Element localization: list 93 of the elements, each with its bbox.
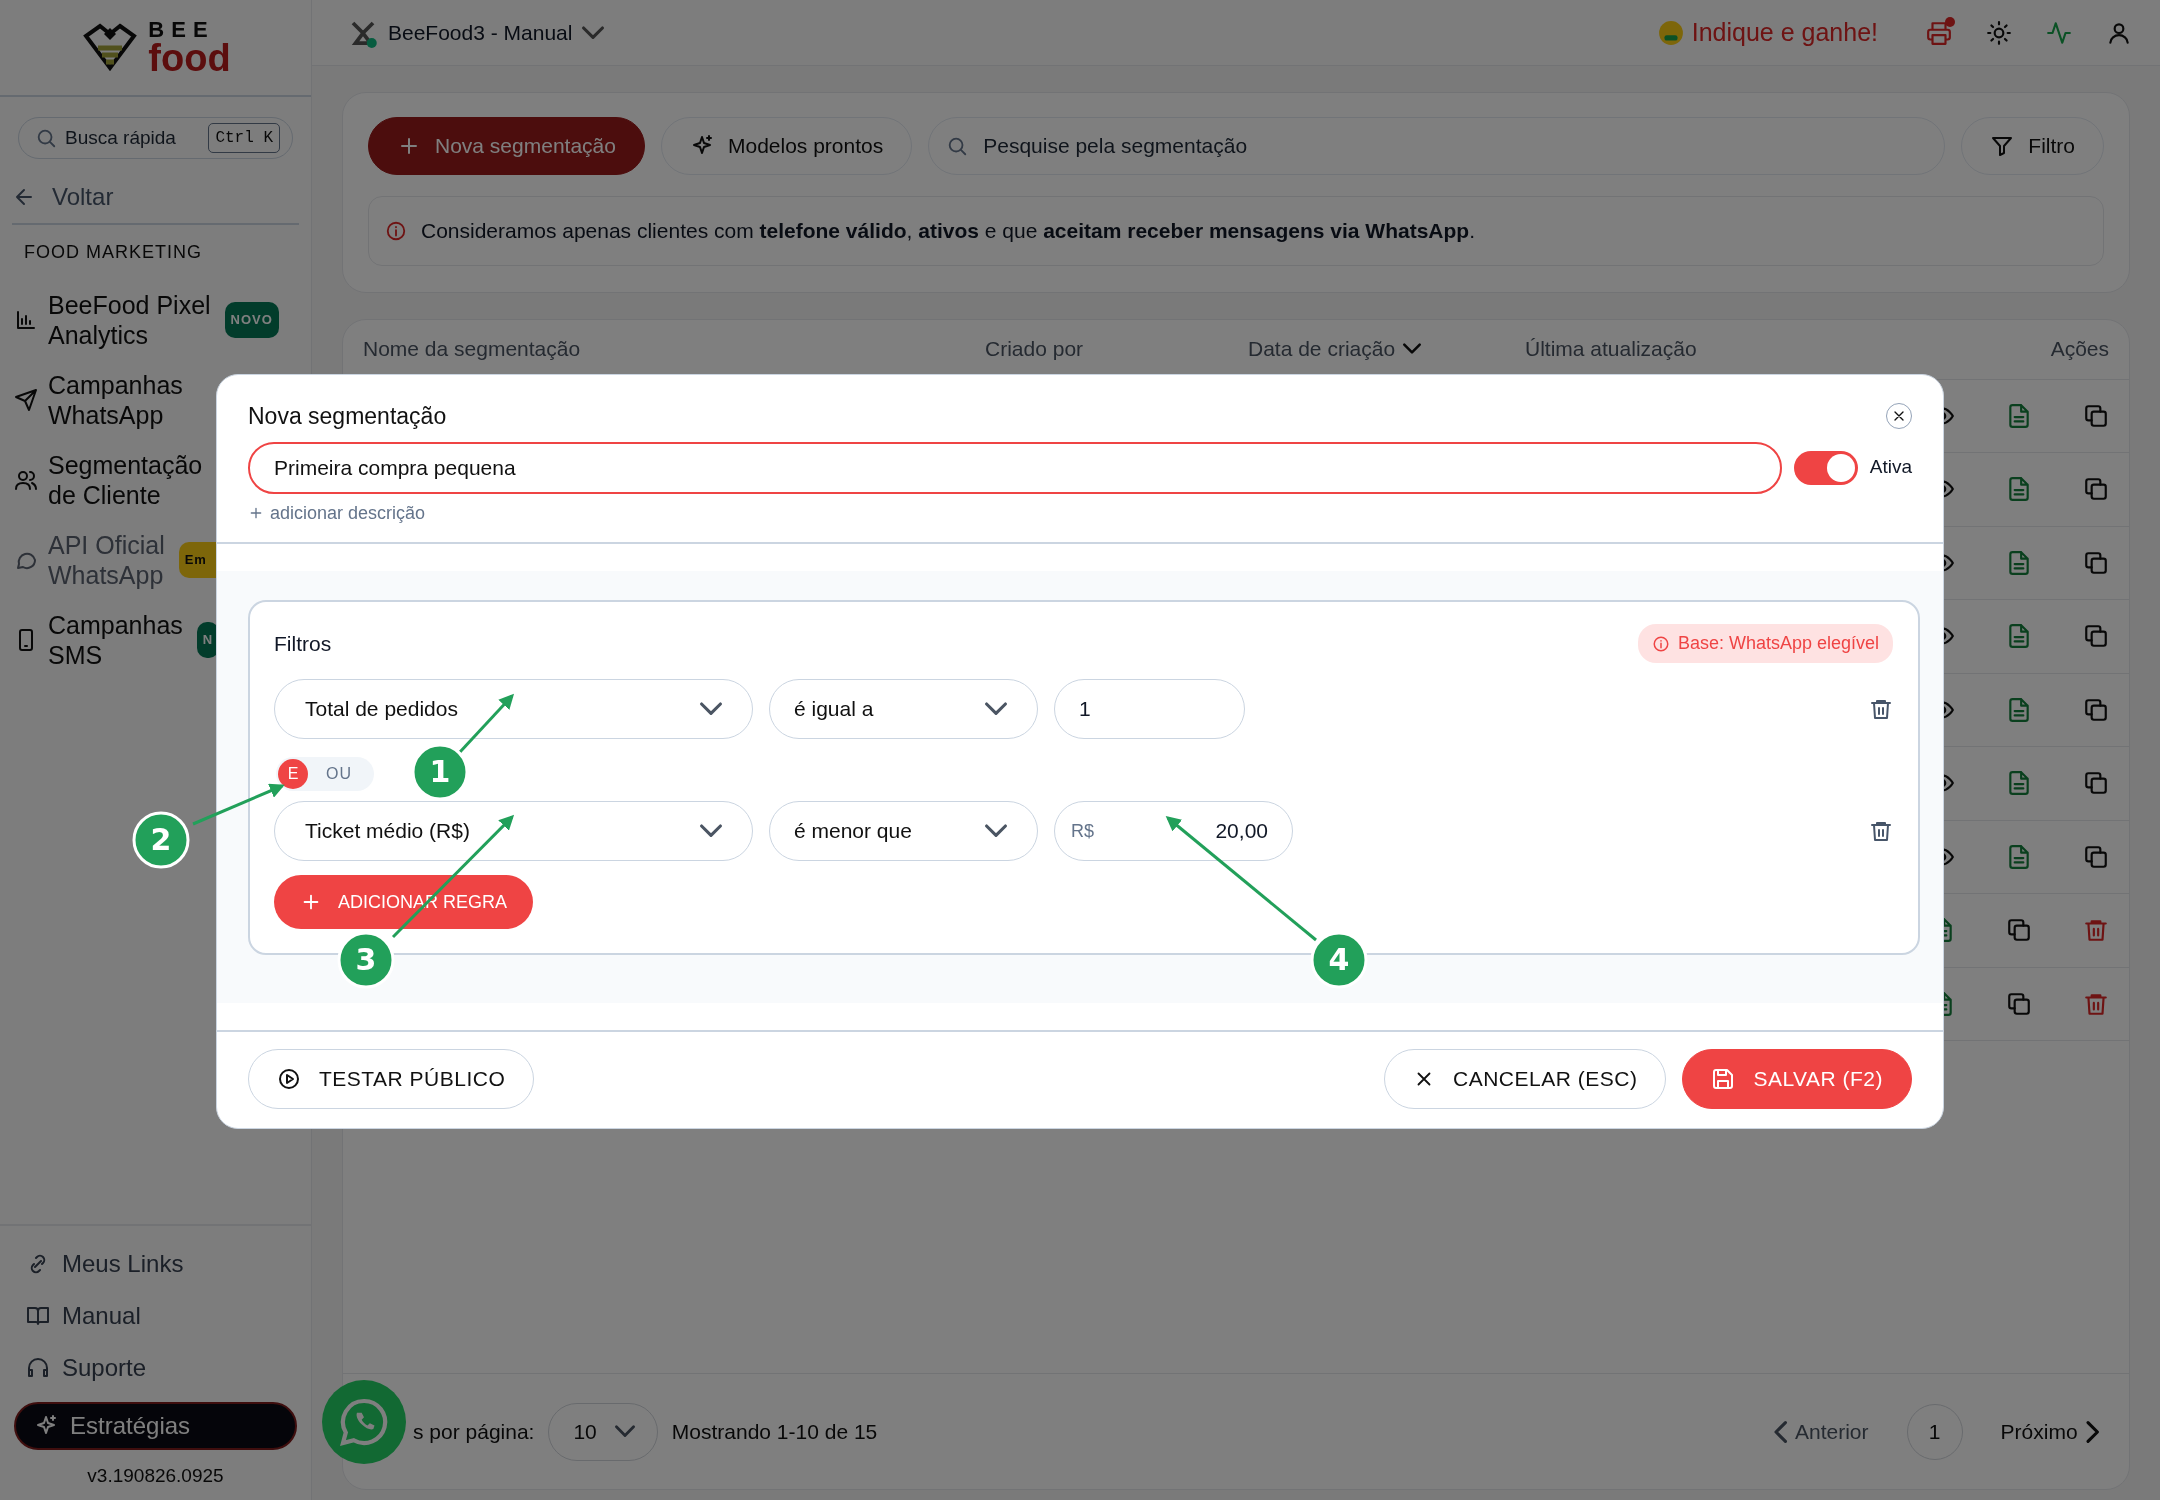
status-tag: NOVO [224,302,279,338]
filters-title: Filtros [274,630,332,657]
referral-link[interactable]: Indique e ganhe! [1657,13,1878,52]
play-icon [277,1067,301,1091]
shortcut-key: Ctrl K [208,123,280,153]
emoji-icon [1657,19,1684,46]
copy-icon[interactable] [2083,549,2109,576]
logo-text: food [148,41,231,76]
spreadsheet-icon[interactable] [2006,549,2032,576]
new-segment-button[interactable]: Nova segmentação [368,117,645,175]
filter-icon [1990,134,2015,158]
results-summary: Mostrando 1-10 de 15 [671,1418,878,1445]
step-number-badge: 2 [132,811,190,869]
step-number-badge: 3 [337,931,395,989]
active-toggle[interactable] [1793,450,1858,485]
column-header: Última atualização [1525,336,1697,363]
info-icon [1651,634,1670,653]
bar-chart-icon [14,308,38,332]
chevron-down-icon [700,702,722,716]
notice-text: Consideramos apenas clientes com telefone válido, ativos e que aceitam receber mensagens via WhatsApp. [421,218,1475,244]
field-select[interactable]: Total de pedidos [274,679,753,739]
column-header: Criado por [985,336,1085,363]
chevron-down-icon [985,702,1007,716]
store-selector[interactable]: BeeFood3 - Manual [348,16,605,49]
operator-select[interactable]: é menor que [769,801,1038,861]
save-button[interactable]: SALVAR (F2) [1682,1049,1912,1109]
base-info-tag: Base: WhatsApp elegível [1637,624,1893,663]
filter-button[interactable]: Filtro [1961,117,2104,175]
chevron-down-icon [700,824,722,838]
column-header[interactable]: Data de criação [1248,333,1525,365]
search-icon [946,135,969,157]
plus-icon [248,505,264,521]
users-icon [14,468,38,492]
spreadsheet-icon[interactable] [2006,843,2032,870]
cancel-button[interactable]: CANCELAR (ESC) [1384,1049,1667,1109]
copy-icon[interactable] [2083,843,2109,870]
callout-arrow [458,693,515,754]
search-icon [35,127,57,149]
spreadsheet-icon[interactable] [2006,476,2032,503]
close-button[interactable] [1886,403,1912,430]
next-link[interactable]: Próximo [2000,1415,2099,1448]
chevron-left-icon [1773,1420,1787,1443]
copy-icon[interactable] [2083,476,2109,503]
printer-icon [1926,19,1952,46]
logo-text: BEE [148,19,216,42]
chevron-down-icon [614,1425,635,1438]
spreadsheet-icon[interactable] [2006,696,2032,723]
copy-icon[interactable] [2006,990,2032,1017]
step-number-badge: 1 [411,743,469,801]
section-heading: FOOD MARKETING [24,241,203,264]
chevron-down-icon [985,824,1007,838]
test-audience-button[interactable]: TESTAR PÚBLICO [248,1049,535,1109]
chevron-right-icon [2085,1420,2099,1443]
trash-icon [1869,697,1893,722]
add-description-link[interactable]: adicionar descrição [248,499,426,527]
trash-icon[interactable] [2083,917,2109,944]
copy-icon[interactable] [2006,917,2032,944]
copy-icon[interactable] [2083,770,2109,797]
column-header: Nome da segmentação [363,336,582,363]
save-icon [1711,1067,1736,1091]
sidebar-item[interactable]: BeeFood Pixel Analytics NOVO [0,280,311,360]
column-header: Ações [2050,336,2109,363]
trash-icon [1869,819,1893,844]
sun-icon[interactable] [1986,19,2012,46]
spreadsheet-icon[interactable] [2006,770,2032,797]
sidebar-link[interactable]: Suporte [14,1341,297,1394]
printer-button[interactable] [1926,19,1952,46]
sidebar-link[interactable]: Manual [14,1289,297,1342]
sidebar-link[interactable]: Meus Links [14,1237,297,1290]
step-number-badge: 4 [1310,931,1368,989]
copy-icon[interactable] [2083,623,2109,650]
headset-icon [26,1355,50,1380]
field-select[interactable]: Ticket médio (R$) [274,801,753,861]
modal-title: Nova segmentação [248,402,447,431]
strategies-button[interactable]: Estratégias [14,1401,297,1450]
per-page-label: s por página: [413,1418,535,1445]
spreadsheet-icon[interactable] [2006,623,2032,650]
search-field[interactable]: Pesquise pela segmentação [928,117,1946,175]
copy-icon[interactable] [2083,402,2109,429]
activity-icon[interactable] [2046,19,2072,46]
chevron-down-icon [582,25,605,40]
templates-button[interactable]: Modelos prontos [660,117,913,175]
version-text: v3.190826.0925 [86,1463,225,1488]
back-link[interactable]: Voltar [12,179,299,225]
toggle-label: Ativa [1869,455,1912,480]
value-field[interactable]: 1 [1054,679,1245,739]
logic-switch[interactable]: E OU [276,757,374,791]
info-icon [385,219,407,242]
operator-select[interactable]: é igual a [769,679,1038,739]
paper-plane-icon [14,388,38,412]
copy-icon[interactable] [2083,696,2109,723]
spreadsheet-icon[interactable] [2006,402,2032,429]
name-field[interactable]: Primeira compra pequena [248,441,1782,494]
